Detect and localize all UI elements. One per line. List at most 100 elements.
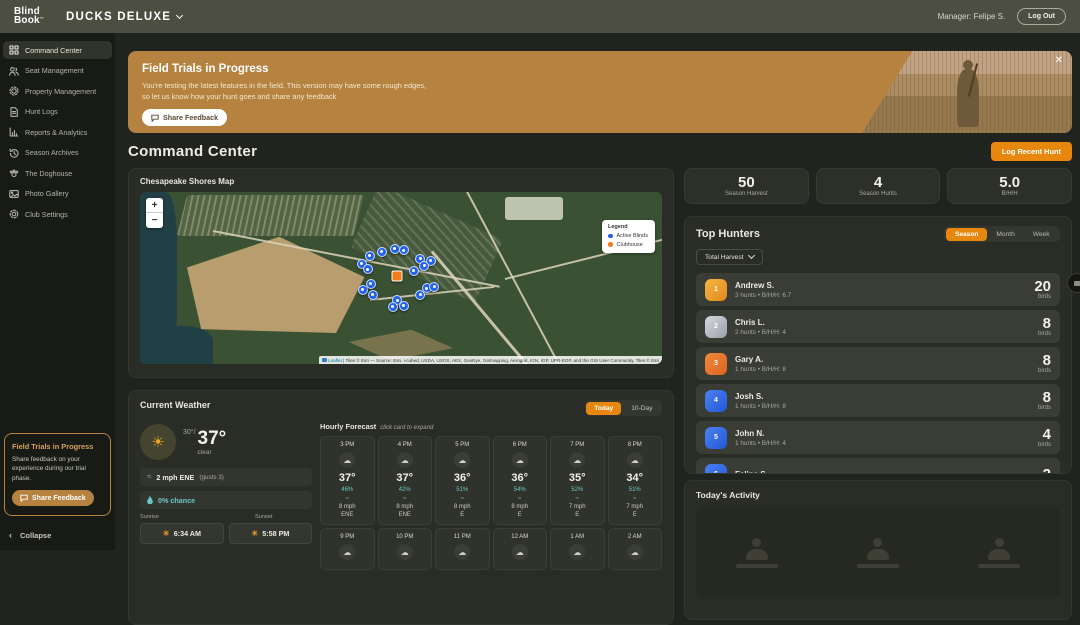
sidebar-item-reports-analytics[interactable]: Reports & Analytics (3, 123, 112, 141)
blind-marker[interactable] (368, 290, 378, 300)
rank-badge: 3 (705, 353, 727, 375)
hunter-row[interactable]: 3 Gary A. 1 hunts • B/H/H: 8 8 birds (696, 347, 1060, 380)
hour-card[interactable]: 9 PM ☁ (320, 528, 375, 570)
zoom-out-button[interactable]: − (146, 213, 163, 228)
map-suburb (177, 195, 365, 236)
hour-card[interactable]: 6 PM ☁ 36° 54% ≈ 8 mph E (493, 436, 548, 525)
satellite-map[interactable]: + − Legend Active Blinds Clubhouse (140, 192, 662, 364)
share-feedback-button[interactable]: Share Feedback (12, 490, 94, 506)
wind-icon: ≈ (323, 496, 372, 502)
blind-marker[interactable] (409, 266, 419, 276)
stat-value: 5.0 (948, 174, 1071, 191)
precip-value: 0% chance (158, 496, 195, 505)
log-recent-hunt-button[interactable]: Log Recent Hunt (991, 142, 1072, 161)
blind-marker[interactable] (365, 251, 375, 261)
hour-time: 1 AM (553, 534, 602, 540)
activity-placeholder-box (696, 507, 1060, 599)
clubhouse-marker[interactable] (392, 271, 403, 282)
log-out-button[interactable]: Log Out (1017, 8, 1066, 25)
sidebar-trial-card: Field Trials in Progress Share feedback … (4, 433, 111, 516)
sidebar-item-season-archives[interactable]: Season Archives (3, 144, 112, 162)
blind-marker[interactable] (366, 279, 376, 289)
sidebar-item-label: Reports & Analytics (25, 128, 87, 137)
hour-time: 10 PM (381, 534, 430, 540)
low-temp: 30°/ (183, 429, 196, 436)
tab-month[interactable]: Month (987, 228, 1023, 241)
hour-card[interactable]: 8 PM ☁ 34° 51% ≈ 7 mph E (608, 436, 663, 525)
side-panel-handle[interactable] (1067, 273, 1080, 293)
stat-season-hunts: 4 Season Hunts (816, 168, 941, 204)
sidebar-item-seat-management[interactable]: Seat Management (3, 62, 112, 80)
club-name: DUCKS DELUXE (66, 11, 171, 23)
wind-icon: ≈ (496, 496, 545, 502)
sunrise-icon: ☀ (163, 529, 170, 538)
period-tabs: Season Month Week (944, 226, 1060, 242)
hunter-name: Felipe S. (735, 470, 1035, 475)
tab-season[interactable]: Season (946, 228, 987, 241)
leaflet-link[interactable]: Leaflet (328, 358, 342, 363)
hunter-row[interactable]: 1 Andrew S. 3 hunts • B/H/H: 6.7 20 bird… (696, 273, 1060, 306)
sidebar-item-command-center[interactable]: Command Center (3, 41, 112, 59)
cloud-icon: ☁ (454, 544, 470, 560)
blind-marker[interactable] (399, 301, 409, 311)
orange-dot-icon (608, 242, 613, 247)
hour-card[interactable]: 11 PM ☁ (435, 528, 490, 570)
sidebar-collapse-button[interactable]: ‹ Collapse (3, 526, 112, 544)
hour-card[interactable]: 10 PM ☁ (378, 528, 433, 570)
banner-close-icon[interactable]: ✕ (1055, 56, 1063, 66)
page-title: Command Center (128, 143, 257, 160)
blind-marker[interactable] (363, 264, 373, 274)
speech-bubble-icon (20, 494, 28, 502)
sidebar-item-property-management[interactable]: Property Management (3, 82, 112, 100)
sidebar: Command Center Seat Management Property … (0, 33, 115, 550)
sidebar-item-the-doghouse[interactable]: The Doghouse (3, 164, 112, 182)
club-selector[interactable]: DUCKS DELUXE (66, 11, 182, 23)
todays-activity-title: Today's Activity (696, 490, 1060, 500)
hunter-row[interactable]: 4 Josh S. 1 hunts • B/H/H: 8 8 birds (696, 384, 1060, 417)
logo-line2: Book™ (14, 17, 44, 26)
sidebar-item-hunt-logs[interactable]: Hunt Logs (3, 103, 112, 121)
hour-temp: 35° (553, 472, 602, 484)
sidebar-item-club-settings[interactable]: Club Settings (3, 205, 112, 223)
stat-bhh: 5.0 B/H/H (947, 168, 1072, 204)
harvest-filter-dropdown[interactable]: Total Harvest (696, 249, 763, 265)
zoom-in-button[interactable]: + (146, 198, 163, 213)
cloud-icon: ☁ (569, 452, 585, 468)
current-temp: 37° (198, 429, 227, 448)
hour-chance: 51% (611, 487, 660, 493)
hour-card[interactable]: 4 PM ☁ 37° 42% ≈ 8 mph ENE (378, 436, 433, 525)
hunter-row[interactable]: 5 John N. 1 hunts • B/H/H: 4 4 birds (696, 421, 1060, 454)
sunset-label: Sunset (255, 514, 272, 520)
banner-share-feedback-button[interactable]: Share Feedback (142, 109, 227, 126)
hour-time: 3 PM (323, 442, 372, 448)
hour-card[interactable]: 5 PM ☁ 36° 51% ≈ 8 mph E (435, 436, 490, 525)
hour-card[interactable]: 1 AM ☁ (550, 528, 605, 570)
hunter-row[interactable]: 2 Chris L. 2 hunts • B/H/H: 4 8 birds (696, 310, 1060, 343)
blind-marker[interactable] (429, 282, 439, 292)
weather-card: Current Weather Today 10-Day ☀ 30°/ (128, 390, 674, 625)
tab-week[interactable]: Week (1024, 228, 1059, 241)
blind-marker[interactable] (388, 302, 398, 312)
legend-label: Active Blinds (617, 233, 649, 239)
weather-title: Current Weather (140, 400, 210, 410)
map-card: Chesapeake Shores Map (128, 168, 674, 378)
blind-marker[interactable] (399, 245, 409, 255)
hour-card[interactable]: 7 PM ☁ 35° 52% ≈ 7 mph E (550, 436, 605, 525)
hunter-row[interactable]: 6 Felipe S. 2 (696, 458, 1060, 474)
hour-card[interactable]: 12 AM ☁ (493, 528, 548, 570)
hour-wind: 7 mph (553, 503, 602, 511)
hour-card[interactable]: 2 AM ☁ (608, 528, 663, 570)
map-field (187, 237, 364, 333)
chevron-down-icon (176, 11, 183, 18)
hour-card[interactable]: 3 PM ☁ 37° 46% ≈ 8 mph ENE (320, 436, 375, 525)
toggle-ten-day[interactable]: 10-Day (623, 402, 660, 415)
blind-marker[interactable] (377, 247, 387, 257)
wind-gusts: (gusts 3) (199, 474, 224, 481)
birds-unit: birds (1034, 294, 1051, 300)
sidebar-item-photo-gallery[interactable]: Photo Gallery (3, 185, 112, 203)
blind-marker[interactable] (419, 261, 429, 271)
map-zoom-control: + − (146, 198, 163, 228)
hour-time: 7 PM (553, 442, 602, 448)
toggle-today[interactable]: Today (586, 402, 621, 415)
blind-marker[interactable] (415, 290, 425, 300)
